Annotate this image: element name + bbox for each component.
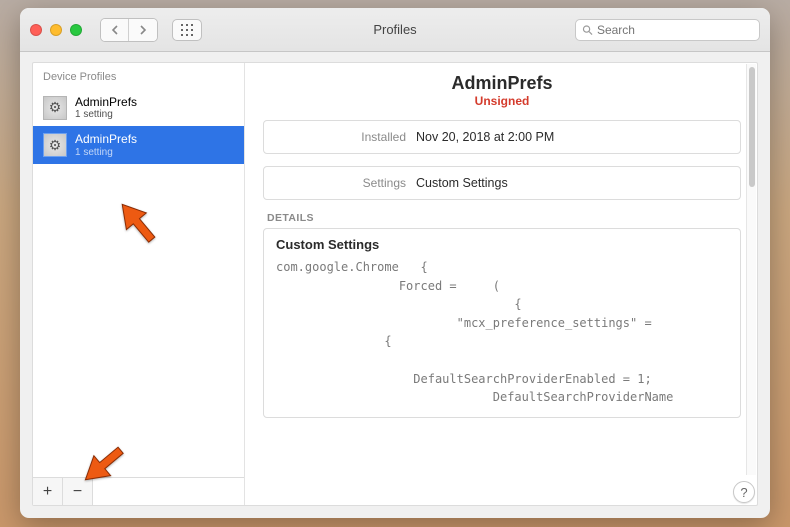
info-value: Custom Settings [416, 176, 508, 190]
sidebar-header: Device Profiles [33, 63, 244, 89]
signature-badge: Unsigned [263, 94, 741, 108]
grid-icon [181, 24, 193, 36]
info-value: Nov 20, 2018 at 2:00 PM [416, 130, 554, 144]
info-row-settings: Settings Custom Settings [263, 166, 741, 200]
info-label: Settings [276, 176, 416, 190]
profile-name: AdminPrefs [75, 132, 137, 146]
content-area: Device Profiles ⚙ AdminPrefs 1 setting ⚙… [32, 62, 758, 506]
titlebar: Profiles [20, 8, 770, 52]
search-input[interactable] [597, 23, 753, 37]
detail-title: AdminPrefs [263, 73, 741, 94]
remove-profile-button[interactable]: − [63, 478, 93, 505]
scrollbar-thumb[interactable] [749, 67, 755, 187]
profile-sub: 1 setting [75, 147, 137, 158]
search-field[interactable] [575, 19, 760, 41]
info-label: Installed [276, 130, 416, 144]
chevron-left-icon [111, 25, 119, 35]
add-profile-button[interactable]: + [33, 478, 63, 505]
profile-sub: 1 setting [75, 109, 137, 120]
details-box: Custom Settings com.google.Chrome { Forc… [263, 228, 741, 418]
window-controls [30, 24, 82, 36]
details-section-header: DETAILS [267, 212, 741, 224]
forward-button[interactable] [129, 19, 157, 41]
gear-icon: ⚙ [43, 133, 67, 157]
zoom-window-button[interactable] [70, 24, 82, 36]
payload-code: com.google.Chrome { Forced = ( { "mcx_pr… [276, 258, 728, 407]
detail-pane: AdminPrefs Unsigned Installed Nov 20, 20… [245, 63, 757, 505]
profile-name: AdminPrefs [75, 95, 137, 109]
gear-icon: ⚙ [43, 96, 67, 120]
sidebar-footer: + − [33, 477, 244, 505]
profile-item-selected[interactable]: ⚙ AdminPrefs 1 setting [33, 126, 244, 163]
chevron-right-icon [139, 25, 147, 35]
help-button[interactable]: ? [733, 481, 755, 503]
nav-segment [100, 18, 158, 42]
minimize-window-button[interactable] [50, 24, 62, 36]
window-title: Profiles [373, 22, 416, 37]
sidebar: Device Profiles ⚙ AdminPrefs 1 setting ⚙… [33, 63, 245, 505]
show-all-button[interactable] [172, 19, 202, 41]
vertical-scrollbar[interactable] [746, 64, 756, 475]
info-row-installed: Installed Nov 20, 2018 at 2:00 PM [263, 120, 741, 154]
details-box-title: Custom Settings [276, 237, 728, 252]
preferences-window: Profiles Device Profiles ⚙ AdminPrefs 1 … [20, 8, 770, 518]
profile-item[interactable]: ⚙ AdminPrefs 1 setting [33, 89, 244, 126]
back-button[interactable] [101, 19, 129, 41]
close-window-button[interactable] [30, 24, 42, 36]
search-icon [582, 24, 593, 36]
